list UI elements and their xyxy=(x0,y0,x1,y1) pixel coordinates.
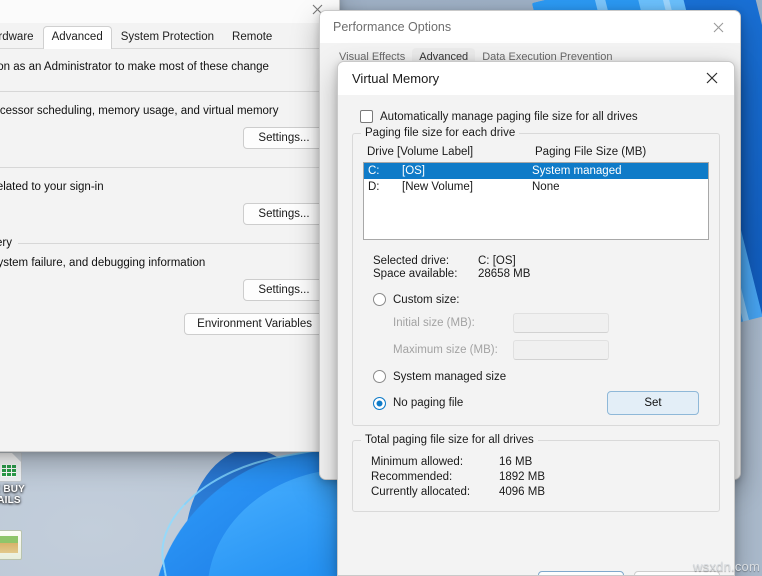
recommended-row: Recommended: 1892 MB xyxy=(371,471,701,483)
minimum-allowed-label: Minimum allowed: xyxy=(371,456,464,468)
maximum-size-label: Maximum size (MB): xyxy=(393,344,498,356)
initial-size-input[interactable] xyxy=(513,313,609,333)
recommended-value: 1892 MB xyxy=(499,471,546,483)
minimum-allowed-value: 16 MB xyxy=(499,456,533,468)
system-properties-titlebar[interactable]: roperties xyxy=(0,0,339,23)
paging-file-group-legend: Paging file size for each drive xyxy=(361,127,520,139)
paging-drive-listview[interactable]: C: [OS] System managed D: [New Volume] N… xyxy=(363,162,709,240)
group-startup-recovery-legend: up and Recovery xyxy=(0,237,12,249)
currently-allocated-value: 4096 MB xyxy=(499,486,546,498)
performance-settings-button[interactable]: Settings... xyxy=(243,127,325,149)
close-icon[interactable] xyxy=(690,62,734,94)
currently-allocated-label: Currently allocated: xyxy=(371,486,471,498)
virtual-memory-body: Automatically manage paging file size fo… xyxy=(338,95,734,575)
system-properties-tabstrip: r Name Hardware Advanced System Protecti… xyxy=(0,23,339,49)
currently-allocated-row: Currently allocated: 4096 MB xyxy=(371,486,701,498)
site-watermark: wsxdn.com xyxy=(693,559,760,574)
table-row[interactable]: D: [New Volume] None xyxy=(364,179,708,195)
image-file-icon xyxy=(0,530,22,560)
tab-advanced[interactable]: Advanced xyxy=(42,26,112,49)
desktop-icon-spreadsheet[interactable]: K BUY AILS xyxy=(0,452,32,506)
total-paging-group: Total paging file size for all drives Mi… xyxy=(352,434,720,512)
performance-options-title: Performance Options xyxy=(333,20,452,34)
system-properties-body: ust be logged on as an Administrator to … xyxy=(0,49,339,451)
system-managed-label: System managed size xyxy=(393,370,507,383)
row-volume: [OS] xyxy=(402,165,426,177)
column-header-paging-size: Paging File Size (MB) xyxy=(535,146,647,158)
user-profiles-settings-button[interactable]: Settings... xyxy=(243,203,325,225)
space-available-value: 28658 MB xyxy=(478,268,531,280)
row-drive: D: xyxy=(368,181,380,193)
selected-drive-value: C: [OS] xyxy=(478,255,516,267)
desktop-icon-label: K BUY AILS xyxy=(0,484,26,506)
no-paging-and-set-row: No paging file Set xyxy=(373,391,699,415)
virtual-memory-dialog: Virtual Memory Automatically manage pagi… xyxy=(337,61,735,576)
environment-variables-button[interactable]: Environment Variables xyxy=(184,313,325,335)
system-properties-window: roperties r Name Hardware Advanced Syste… xyxy=(0,0,340,452)
column-header-drive: Drive [Volume Label] xyxy=(367,146,474,158)
recommended-label: Recommended: xyxy=(371,471,453,483)
group-user-profiles: Profiles top settings related to your si… xyxy=(0,161,325,225)
custom-size-option[interactable]: Custom size: xyxy=(373,293,699,306)
system-managed-radio[interactable] xyxy=(373,370,386,383)
paging-list-header: Drive [Volume Label] Paging File Size (M… xyxy=(363,140,709,162)
tab-system-protection[interactable]: System Protection xyxy=(112,26,223,48)
set-button[interactable]: Set xyxy=(607,391,699,415)
selected-drive-label: Selected drive: xyxy=(373,255,450,267)
admin-note: ust be logged on as an Administrator to … xyxy=(0,61,269,73)
row-drive: C: xyxy=(368,165,380,177)
minimum-allowed-row: Minimum allowed: 16 MB xyxy=(371,456,701,468)
custom-size-radio[interactable] xyxy=(373,293,386,306)
desktop-screen: K BUY AILS roperties r Name Hardware Adv… xyxy=(0,0,762,576)
group-startup-recovery: up and Recovery em startup, system failu… xyxy=(0,237,325,301)
startup-recovery-settings-button[interactable]: Settings... xyxy=(243,279,325,301)
row-size: System managed xyxy=(532,165,622,177)
maximum-size-row: Maximum size (MB): xyxy=(393,340,699,360)
virtual-memory-titlebar[interactable]: Virtual Memory xyxy=(338,62,734,95)
selected-drive-info: Selected drive: C: [OS] Space available:… xyxy=(363,252,709,280)
spreadsheet-file-icon xyxy=(0,452,22,482)
initial-size-label: Initial size (MB): xyxy=(393,317,475,329)
row-size: None xyxy=(532,181,560,193)
custom-size-label: Custom size: xyxy=(393,293,460,306)
virtual-memory-ok-button[interactable]: OK xyxy=(538,571,624,575)
table-row[interactable]: C: [OS] System managed xyxy=(364,163,708,179)
tab-remote[interactable]: Remote xyxy=(223,26,281,48)
size-options: Custom size: Initial size (MB): Maximum … xyxy=(363,281,709,415)
maximum-size-input[interactable] xyxy=(513,340,609,360)
total-paging-group-legend: Total paging file size for all drives xyxy=(361,434,538,446)
no-paging-option[interactable]: No paging file xyxy=(373,396,464,410)
paging-file-group: Paging file size for each drive Drive [V… xyxy=(352,127,720,426)
space-available-label: Space available: xyxy=(373,268,458,280)
row-volume: [New Volume] xyxy=(402,181,473,193)
auto-manage-checkbox[interactable] xyxy=(360,110,373,123)
group-performance: mance al effects, processor scheduling, … xyxy=(0,85,325,149)
no-paging-label: No paging file xyxy=(393,397,464,409)
tab-hardware[interactable]: Hardware xyxy=(0,26,43,48)
group-performance-description: al effects, processor scheduling, memory… xyxy=(0,105,279,117)
auto-manage-label: Automatically manage paging file size fo… xyxy=(380,110,638,123)
no-paging-radio[interactable] xyxy=(373,396,386,410)
close-icon[interactable] xyxy=(696,11,740,43)
auto-manage-row[interactable]: Automatically manage paging file size fo… xyxy=(360,110,720,123)
performance-options-titlebar[interactable]: Performance Options xyxy=(320,11,740,43)
group-user-profiles-description: top settings related to your sign-in xyxy=(0,181,104,193)
group-startup-recovery-description: em startup, system failure, and debuggin… xyxy=(0,257,206,269)
initial-size-row: Initial size (MB): xyxy=(393,313,699,333)
virtual-memory-title: Virtual Memory xyxy=(352,71,440,86)
desktop-icon-picture[interactable] xyxy=(0,530,32,562)
system-managed-option[interactable]: System managed size xyxy=(373,370,699,383)
